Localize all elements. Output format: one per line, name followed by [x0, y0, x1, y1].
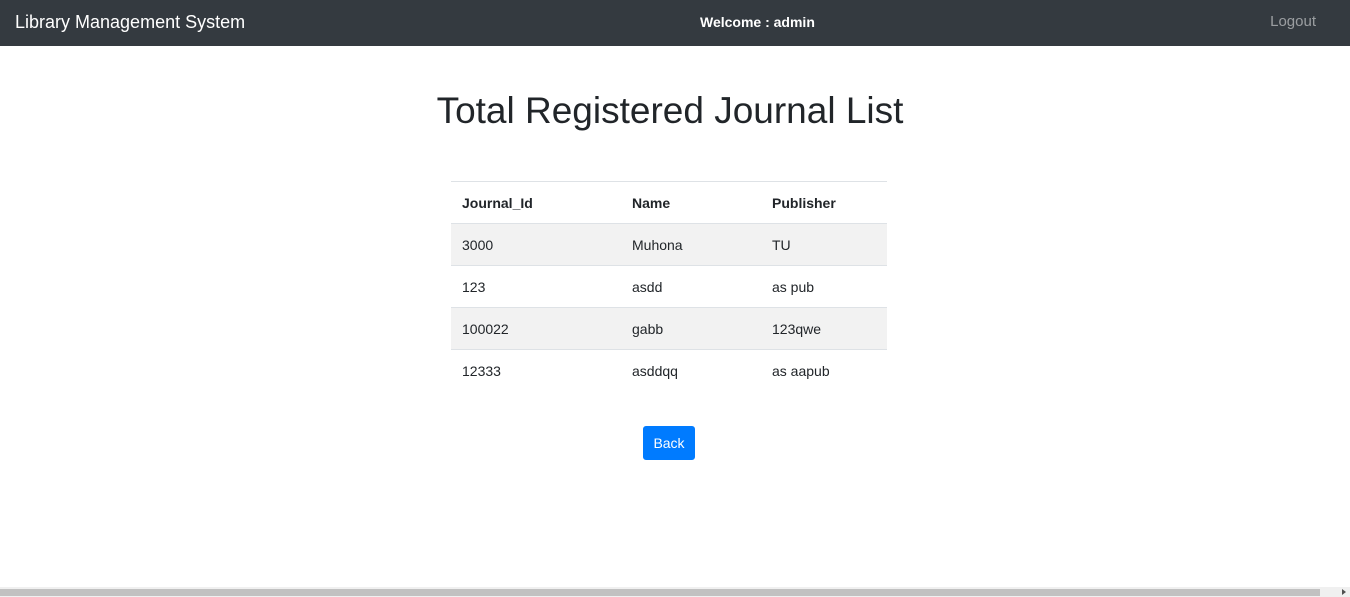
- cell-journal-id: 100022: [451, 307, 621, 350]
- table-row: 123 asdd as pub: [451, 265, 887, 308]
- cell-name: asddqq: [621, 349, 761, 391]
- table-header-row: Journal_Id Name Publisher: [451, 181, 887, 224]
- cell-name: Muhona: [621, 223, 761, 266]
- cell-name: gabb: [621, 307, 761, 350]
- cell-journal-id: 3000: [451, 223, 621, 266]
- cell-journal-id: 12333: [451, 349, 621, 391]
- top-navbar: Library Management System Welcome : admi…: [0, 0, 1350, 46]
- table-row: 3000 Muhona TU: [451, 223, 887, 266]
- scroll-right-arrow-icon[interactable]: [1342, 589, 1346, 595]
- cell-publisher: 123qwe: [761, 307, 887, 350]
- cell-publisher: as aapub: [761, 349, 887, 391]
- logout-link[interactable]: Logout: [1270, 13, 1316, 31]
- cell-publisher: as pub: [761, 265, 887, 308]
- cell-publisher: TU: [761, 223, 887, 266]
- cell-journal-id: 123: [451, 265, 621, 308]
- table-row: 12333 asddqq as aapub: [451, 349, 887, 391]
- scrollbar-thumb[interactable]: [0, 589, 1320, 596]
- journal-table: Journal_Id Name Publisher 3000 Muhona TU…: [451, 181, 887, 391]
- horizontal-scrollbar[interactable]: [0, 587, 1350, 597]
- welcome-text: Welcome : admin: [700, 14, 815, 30]
- brand-link[interactable]: Library Management System: [15, 11, 245, 33]
- column-header-publisher: Publisher: [761, 181, 887, 224]
- column-header-name: Name: [621, 181, 761, 224]
- page-title: Total Registered Journal List: [436, 90, 904, 131]
- back-button[interactable]: Back: [643, 426, 695, 460]
- table-row: 100022 gabb 123qwe: [451, 307, 887, 350]
- column-header-journal-id: Journal_Id: [451, 181, 621, 224]
- cell-name: asdd: [621, 265, 761, 308]
